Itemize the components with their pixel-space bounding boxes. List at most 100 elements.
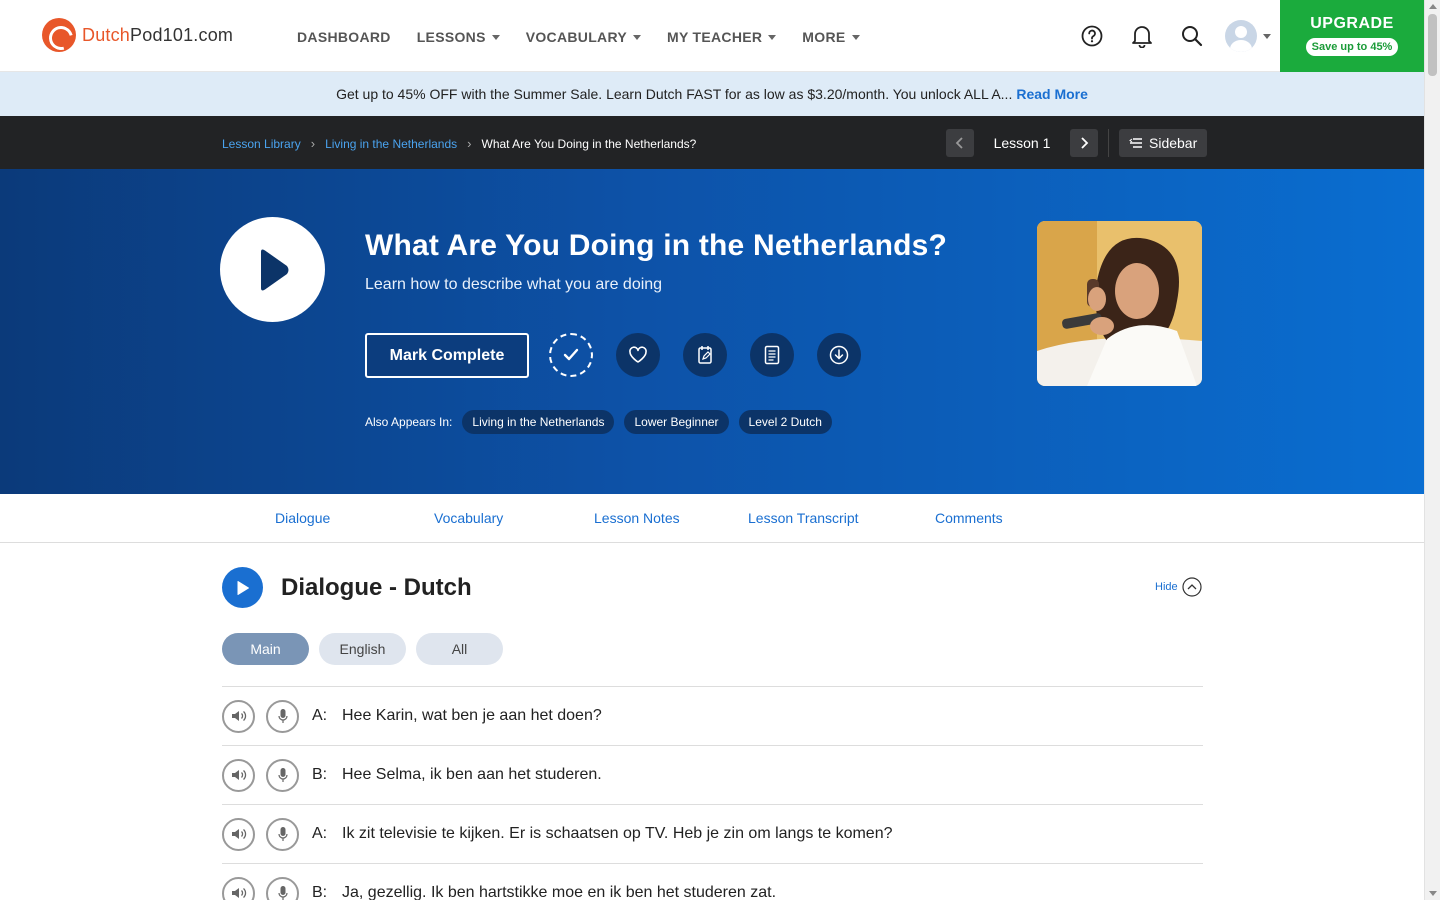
mark-complete-button[interactable]: Mark Complete	[365, 333, 529, 378]
dialogue-line: A: Ik zit televisie te kijken. Er is sch…	[222, 805, 1203, 864]
pdf-button[interactable]	[750, 333, 794, 377]
hide-dialogue-button[interactable]: Hide	[1155, 577, 1202, 597]
speaker-audio-icon[interactable]	[222, 758, 255, 792]
lesson-subtitle: Learn how to describe what you are doing	[365, 276, 663, 293]
scroll-up-icon[interactable]	[1429, 4, 1437, 9]
tab-lesson-notes[interactable]: Lesson Notes	[594, 510, 680, 526]
caret-down-icon	[768, 34, 777, 40]
play-dialogue-button[interactable]	[222, 567, 263, 608]
speaker-label: B:	[312, 884, 328, 900]
speaker-label: A:	[312, 825, 328, 842]
divider	[1108, 129, 1109, 157]
microphone-icon[interactable]	[266, 817, 299, 851]
scroll-down-icon[interactable]	[1429, 891, 1437, 896]
user-menu[interactable]	[1225, 20, 1271, 52]
caret-down-icon	[851, 34, 860, 40]
lesson-number: Lesson 1	[993, 135, 1051, 151]
menu-vocabulary[interactable]: VOCABULARY	[526, 29, 641, 45]
lesson-tabs: Dialogue Vocabulary Lesson Notes Lesson …	[0, 494, 1424, 543]
caret-down-icon	[491, 34, 500, 40]
site-logo[interactable]: DutchPod101.com	[42, 18, 233, 52]
tab-lesson-transcript[interactable]: Lesson Transcript	[748, 510, 859, 526]
notes-edit-icon	[698, 346, 712, 364]
dialogue-text: Ik zit televisie te kijken. Er is schaat…	[342, 825, 893, 842]
tag-level-name[interactable]: Lower Beginner	[624, 410, 729, 434]
caret-down-icon	[1263, 33, 1271, 39]
play-lesson-button[interactable]	[220, 217, 325, 322]
lesson-header-bar: Lesson Library › Living in the Netherlan…	[0, 116, 1424, 169]
menu-lines-icon	[1129, 138, 1142, 148]
checkmark-icon	[563, 348, 579, 361]
tab-comments[interactable]: Comments	[935, 510, 1003, 526]
chevron-up-circle-icon	[1182, 577, 1202, 597]
search-icon[interactable]	[1180, 24, 1204, 48]
dialogue-text: Hee Selma, ik ben aan het studeren.	[342, 766, 602, 783]
download-icon	[829, 345, 849, 365]
next-lesson-button[interactable]	[1070, 129, 1098, 157]
chevron-right-icon: ›	[310, 136, 316, 151]
breadcrumb: Lesson Library › Living in the Netherlan…	[222, 136, 696, 151]
speaker-audio-icon[interactable]	[222, 876, 255, 900]
lesson-title: What Are You Doing in the Netherlands?	[365, 229, 948, 262]
sidebar-button[interactable]: Sidebar	[1119, 129, 1208, 157]
previous-lesson-button[interactable]	[946, 129, 974, 157]
notes-button[interactable]	[683, 333, 727, 377]
tab-vocabulary[interactable]: Vocabulary	[434, 510, 503, 526]
play-icon	[237, 580, 249, 595]
dialogue-lines: A: Hee Karin, wat ben je aan het doen? B…	[222, 686, 1203, 900]
also-appears-label: Also Appears In:	[365, 415, 453, 429]
lesson-navigation: Lesson 1 Sidebar	[946, 129, 1208, 157]
bell-icon[interactable]	[1130, 24, 1154, 48]
tab-dialogue[interactable]: Dialogue	[275, 510, 330, 526]
woman-on-phone-image	[1037, 221, 1202, 386]
speaker-audio-icon[interactable]	[222, 699, 255, 733]
dialogue-line: B: Hee Selma, ik ben aan het studeren.	[222, 746, 1203, 805]
dialogue-title: Dialogue - Dutch	[281, 573, 472, 601]
tag-series[interactable]: Living in the Netherlands	[462, 410, 615, 434]
chevron-right-icon: ›	[467, 136, 472, 151]
tag-level-number[interactable]: Level 2 Dutch	[738, 410, 832, 434]
favorite-button[interactable]	[616, 333, 660, 377]
dialogue-line: A: Hee Karin, wat ben je aan het doen?	[222, 687, 1203, 746]
upgrade-button[interactable]: UPGRADE Save up to 45%	[1280, 0, 1424, 72]
avatar	[1225, 20, 1257, 52]
menu-lessons[interactable]: LESSONS	[417, 29, 500, 45]
breadcrumb-series[interactable]: Living in the Netherlands	[325, 137, 457, 151]
breadcrumb-current: What Are You Doing in the Netherlands?	[481, 136, 697, 151]
speaker-label: A:	[312, 707, 328, 724]
lesson-thumbnail	[1037, 221, 1202, 386]
read-more-link[interactable]: Read More	[1016, 86, 1088, 102]
chevron-right-icon	[1081, 137, 1089, 149]
breadcrumb-lesson-library[interactable]: Lesson Library	[222, 137, 301, 151]
logo-icon	[42, 18, 76, 52]
pdf-document-icon	[764, 345, 780, 365]
download-button[interactable]	[817, 333, 861, 377]
page-scrollbar[interactable]	[1424, 0, 1440, 900]
upgrade-title: UPGRADE	[1310, 15, 1394, 32]
also-appears-in: Also Appears In: Living in the Netherlan…	[365, 410, 832, 434]
complete-check-button[interactable]	[549, 333, 593, 377]
menu-more[interactable]: MORE	[802, 29, 860, 45]
dialogue-mode-selector: Main English All	[222, 633, 503, 665]
mode-main[interactable]: Main	[222, 633, 309, 665]
upgrade-badge: Save up to 45%	[1305, 38, 1399, 56]
dialogue-line: B: Ja, gezellig. Ik ben hartstikke moe e…	[222, 864, 1203, 900]
promo-banner: Get up to 45% OFF with the Summer Sale. …	[0, 72, 1424, 116]
microphone-icon[interactable]	[266, 758, 299, 792]
dialogue-text: Ja, gezellig. Ik ben hartstikke moe en i…	[342, 884, 777, 900]
microphone-icon[interactable]	[266, 699, 299, 733]
chevron-left-icon	[955, 137, 963, 149]
menu-dashboard[interactable]: DASHBOARD	[297, 29, 391, 45]
scrollbar-thumb[interactable]	[1428, 14, 1437, 76]
play-icon	[260, 249, 288, 290]
speaker-label: B:	[312, 766, 328, 783]
dialogue-text: Hee Karin, wat ben je aan het doen?	[342, 707, 602, 724]
main-menu: DASHBOARD LESSONS VOCABULARY MY TEACHER …	[297, 29, 886, 45]
top-navigation: DutchPod101.com DASHBOARD LESSONS VOCABU…	[0, 0, 1424, 72]
menu-my-teacher[interactable]: MY TEACHER	[667, 29, 777, 45]
speaker-audio-icon[interactable]	[222, 817, 255, 851]
microphone-icon[interactable]	[266, 876, 299, 900]
mode-all[interactable]: All	[416, 633, 503, 665]
help-icon[interactable]	[1080, 24, 1104, 48]
mode-english[interactable]: English	[319, 633, 406, 665]
